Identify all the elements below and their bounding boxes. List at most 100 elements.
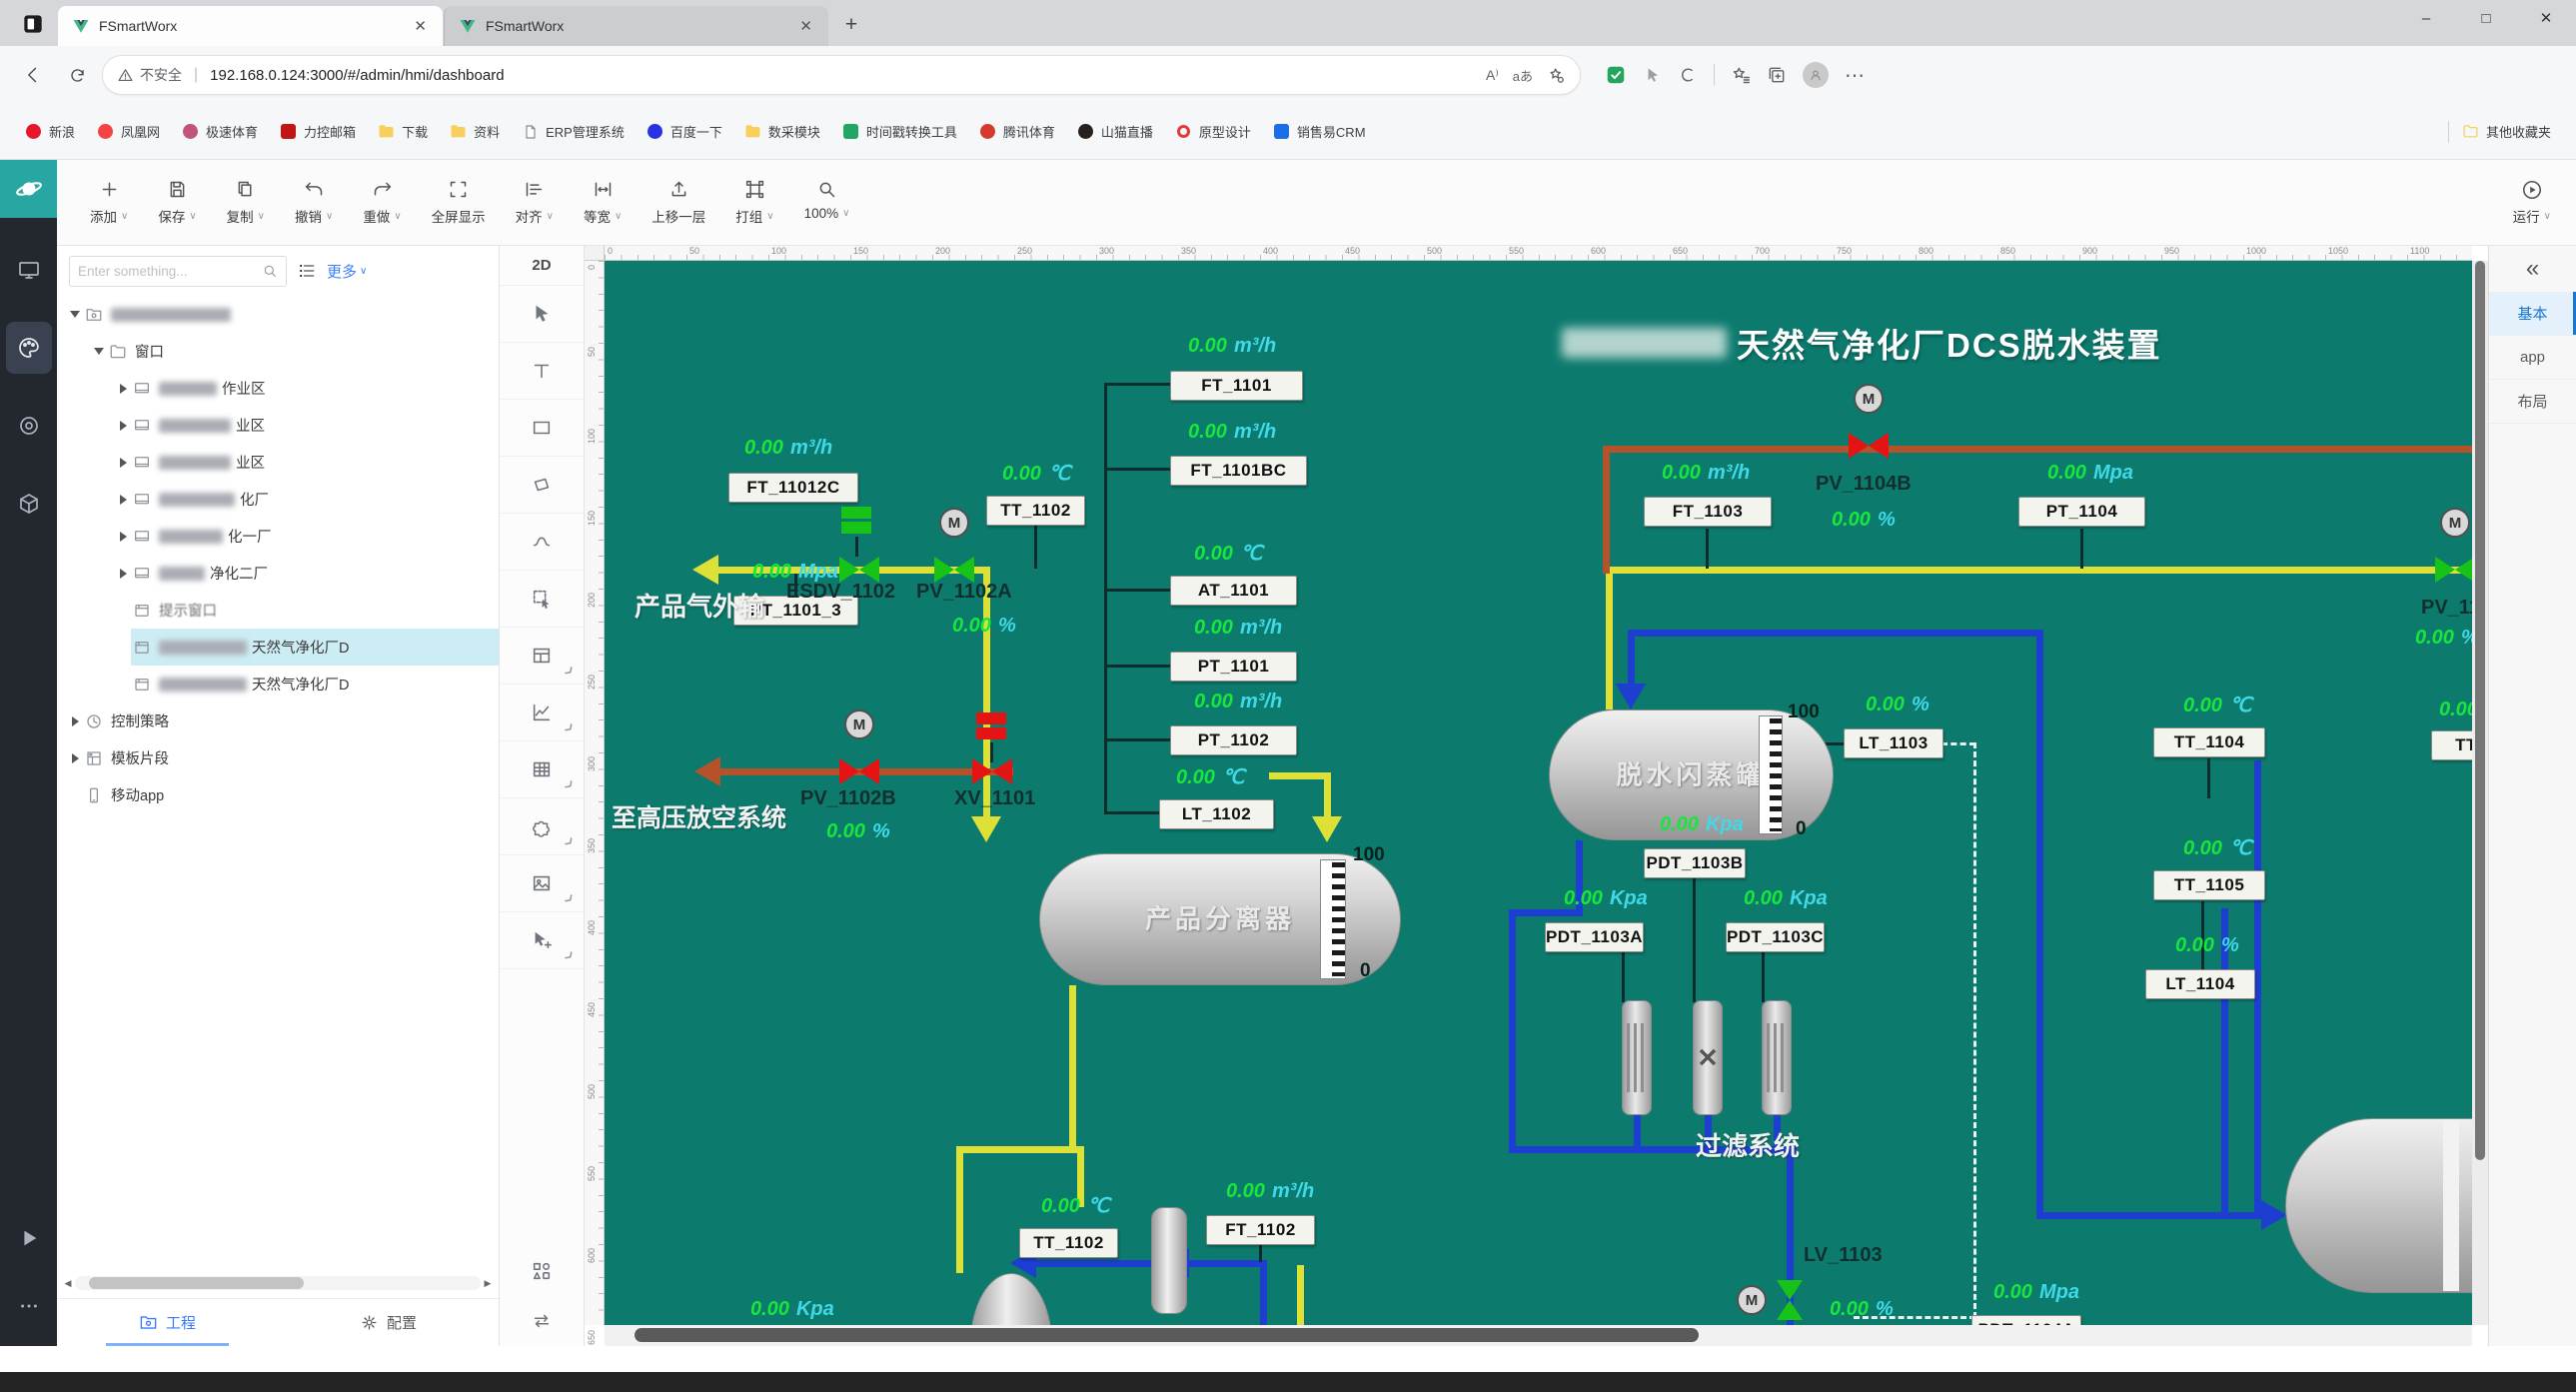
bookmark-item[interactable]: 下载 — [369, 117, 437, 146]
valve-PV_110[interactable] — [2435, 557, 2472, 583]
tag-value-PT_1101[interactable]: 0.00m³/h — [1194, 617, 1282, 640]
pipe-blue[interactable] — [1187, 1260, 1267, 1267]
browser-tab-1[interactable]: FSmartWorx✕ — [58, 6, 443, 46]
tag-value-LT_1104[interactable]: 0.00% — [2175, 934, 2239, 957]
tree-item-天然气净化厂D[interactable]: 天然气净化厂D — [57, 629, 499, 666]
address-bar[interactable]: 不安全 | 192.168.0.124:3000/#/admin/hmi/das… — [102, 55, 1581, 95]
caret-right-icon[interactable] — [72, 716, 79, 726]
valve-label-PV_110[interactable]: PV_110 — [2421, 597, 2472, 620]
maximize-button[interactable]: □ — [2456, 0, 2516, 36]
tag-LT_1104[interactable]: LT_1104 — [2145, 969, 2255, 999]
tag-value-FT_1101BC[interactable]: 0.00m³/h — [1188, 421, 1276, 444]
tool-table[interactable]: ❯ — [500, 741, 584, 798]
extension-shield-icon[interactable] — [1605, 64, 1627, 86]
sidebar-item-dots[interactable] — [6, 1280, 52, 1332]
valve-PV_1102A[interactable] — [934, 557, 974, 583]
scroll-left-icon[interactable]: ◀ — [61, 1278, 75, 1289]
tool-pick[interactable]: ❯ — [500, 912, 584, 969]
tag-PDT_1103C[interactable]: PDT_1103C — [1726, 922, 1825, 952]
tag-value-TT_1105[interactable]: 0.00℃ — [2183, 835, 2251, 860]
vessel-dome[interactable] — [970, 1273, 1052, 1325]
new-tab-button[interactable]: + — [836, 10, 866, 40]
sidebar-item-playsolid[interactable] — [6, 1212, 52, 1264]
tag-PDT_1103B[interactable]: PDT_1103B — [1644, 848, 1746, 878]
tag-TT_1105[interactable]: TT_1105 — [2153, 870, 2265, 900]
valve-label-ESDV_1102[interactable]: ESDV_1102 — [786, 581, 895, 604]
tool-rectangle[interactable] — [500, 400, 584, 457]
sidebar-item-monitor[interactable] — [6, 244, 52, 296]
pipe-blue[interactable] — [2036, 630, 2043, 1219]
tree-item-作业区[interactable]: 作业区 — [57, 370, 499, 407]
read-aloud-icon[interactable]: A⁾ — [1486, 67, 1499, 84]
tag-value-AT_1101[interactable]: 0.00℃ — [1194, 541, 1262, 566]
tag-value-PT_1102[interactable]: 0.00m³/h — [1194, 691, 1282, 713]
tag-LT_1102[interactable]: LT_1102 — [1159, 799, 1274, 829]
pipe-blue[interactable] — [2036, 1212, 2268, 1219]
tag-LT_1103[interactable]: LT_1103 — [1844, 728, 1943, 758]
toolbar-undo-button[interactable]: 撤销∨ — [280, 175, 348, 230]
tag-value-PDT_1103A[interactable]: 0.00Kpa — [1564, 887, 1648, 910]
filter-vessel-1[interactable] — [1622, 1000, 1652, 1115]
pipe-blue[interactable] — [1260, 1260, 1267, 1325]
tag-value-FT_1101[interactable]: 0.00m³/h — [1188, 335, 1276, 358]
tag-value-FT_1103[interactable]: 0.00m³/h — [1662, 462, 1750, 485]
panel-tab-工程[interactable]: 工程 — [57, 1299, 278, 1346]
caret-right-icon[interactable] — [120, 569, 127, 579]
other-favorites[interactable]: 其他收藏夹 — [2453, 117, 2560, 146]
vessel-column[interactable] — [1151, 1207, 1187, 1314]
toolbar-align-button[interactable]: 对齐∨ — [501, 175, 569, 230]
sidebar-item-target[interactable] — [6, 400, 52, 452]
tool-lasso[interactable] — [500, 571, 584, 628]
back-button[interactable] — [14, 56, 52, 94]
tree-item-天然气净化厂D[interactable]: 天然气净化厂D — [57, 666, 499, 702]
browser-tab-2[interactable]: FSmartWorx✕ — [444, 6, 828, 46]
valve-label-LV_1103[interactable]: LV_1103 — [1804, 1244, 1883, 1267]
browser-menu-icon[interactable]: ⋯ — [1845, 63, 1865, 88]
loose-value[interactable]: 0.00% — [1832, 509, 1896, 532]
loose-value[interactable]: 0.00% — [826, 820, 890, 843]
valve-label-PV_1102A[interactable]: PV_1102A — [916, 581, 1012, 604]
tab-actions-button[interactable] — [16, 7, 50, 41]
plant-label[interactable]: 产品气外输 — [635, 587, 764, 624]
hmi-canvas[interactable]: 产品分离器脱水闪蒸罐脱10001000✕MMMMM0.00m³/hFT_1101… — [605, 261, 2472, 1325]
tag-value-TT_1102[interactable]: 0.00℃ — [1041, 1193, 1109, 1218]
tag-value-TT_1102[interactable]: 0.00℃ — [1002, 461, 1070, 486]
bookmark-item[interactable]: ERP管理系统 — [513, 117, 634, 146]
pipe-yellow[interactable] — [956, 1146, 1084, 1153]
caret-right-icon[interactable] — [120, 421, 127, 431]
toolbar-zoom-button[interactable]: 100%∨ — [789, 175, 865, 230]
tag-TT_1102[interactable]: TT_1102 — [986, 496, 1085, 526]
collapse-panel-button[interactable]: « — [2489, 246, 2576, 292]
tag-FT_1101BC[interactable]: FT_1101BC — [1170, 456, 1307, 486]
tool-layout[interactable]: ❯ — [500, 628, 584, 685]
filter-vessel-3[interactable] — [1762, 1000, 1792, 1115]
tree-search-input[interactable] — [78, 264, 262, 279]
pipe-blue[interactable] — [2254, 760, 2261, 1219]
tag-PT_1104[interactable]: PT_1104 — [2018, 497, 2145, 527]
tag-PDT_1104A[interactable]: PDT_1104A — [1971, 1315, 2081, 1325]
tree-horizontal-scrollbar[interactable]: ◀ ▶ — [57, 1268, 499, 1298]
loose-value[interactable]: 0.00% — [2415, 627, 2472, 650]
valve-ESDV_1102[interactable] — [839, 557, 879, 583]
tool-widget[interactable]: ❯ — [500, 798, 584, 855]
toolbar-group-button[interactable]: 打组∨ — [720, 175, 788, 230]
tree-item-控制策略[interactable]: 控制策略 — [57, 702, 499, 739]
pipe-yellow[interactable] — [1603, 567, 2472, 574]
valve-label-PV_1104B[interactable]: PV_1104B — [1816, 473, 1912, 496]
properties-tab-app[interactable]: app — [2489, 336, 2576, 380]
valve-PV_1104B[interactable] — [1849, 433, 1889, 459]
tag-TT_1104[interactable]: TT_1104 — [2153, 727, 2265, 757]
tree-item-净化二厂[interactable]: 净化二厂 — [57, 555, 499, 592]
pipe-blue[interactable] — [1628, 630, 1635, 686]
canvas-horizontal-scrollbar[interactable] — [605, 1325, 2472, 1346]
tag-PT_1101[interactable]: PT_1101 — [1170, 652, 1297, 682]
extension-c-icon[interactable] — [1678, 65, 1698, 85]
tool-chart[interactable]: ❯ — [500, 685, 584, 741]
tag-AT_1101[interactable]: AT_1101 — [1170, 576, 1297, 606]
tool-switch[interactable] — [500, 1296, 584, 1346]
tool-image[interactable]: ❯ — [500, 855, 584, 912]
pipe-yellow[interactable] — [1606, 567, 1613, 709]
run-button[interactable]: 运行∨ — [2498, 175, 2566, 230]
tool-polygon[interactable] — [500, 457, 584, 514]
caret-right-icon[interactable] — [120, 532, 127, 542]
